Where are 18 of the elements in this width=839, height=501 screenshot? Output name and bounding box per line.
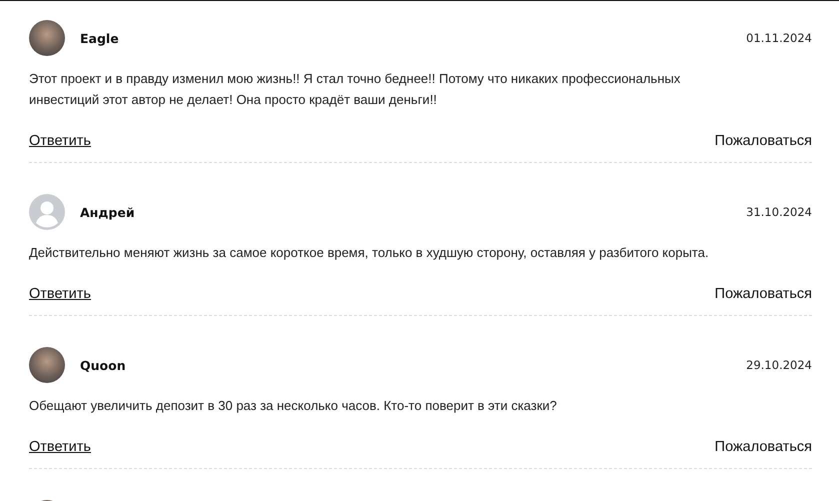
comment-date: 31.10.2024	[746, 205, 812, 219]
user-silhouette-icon	[29, 194, 65, 230]
reply-link[interactable]: Ответить	[29, 439, 91, 455]
author-name: Андрей	[80, 204, 135, 220]
comment-date: 29.10.2024	[746, 358, 812, 372]
author-name: Eagle	[80, 30, 119, 46]
comment-text: Действительно меняют жизнь за самое короткое время, только в худшую сторону, оставляя у разбитого корыта.	[29, 244, 710, 262]
report-link[interactable]: Пожаловаться	[714, 133, 812, 149]
comment-text: Обещают увеличить депозит в 30 раз за несколько часов. Кто-то поверит в эти сказки?	[29, 397, 558, 415]
report-link[interactable]: Пожаловаться	[714, 439, 812, 455]
photo-placeholder	[29, 20, 65, 56]
reply-link[interactable]: Ответить	[29, 286, 91, 302]
author-name: Quoon	[80, 358, 126, 372]
report-link[interactable]: Пожаловаться	[714, 286, 812, 302]
comment-date: 01.11.2024	[746, 31, 812, 45]
comment-text: Этот проект и в правду изменил мою жизнь!! Я стал точно беднее!! Потому что никаких профессиональных инвестиций этот автор не делает! Она просто крадёт ваши деньги!!	[29, 70, 682, 109]
photo-placeholder	[29, 347, 65, 383]
reply-link[interactable]: Ответить	[29, 133, 91, 149]
